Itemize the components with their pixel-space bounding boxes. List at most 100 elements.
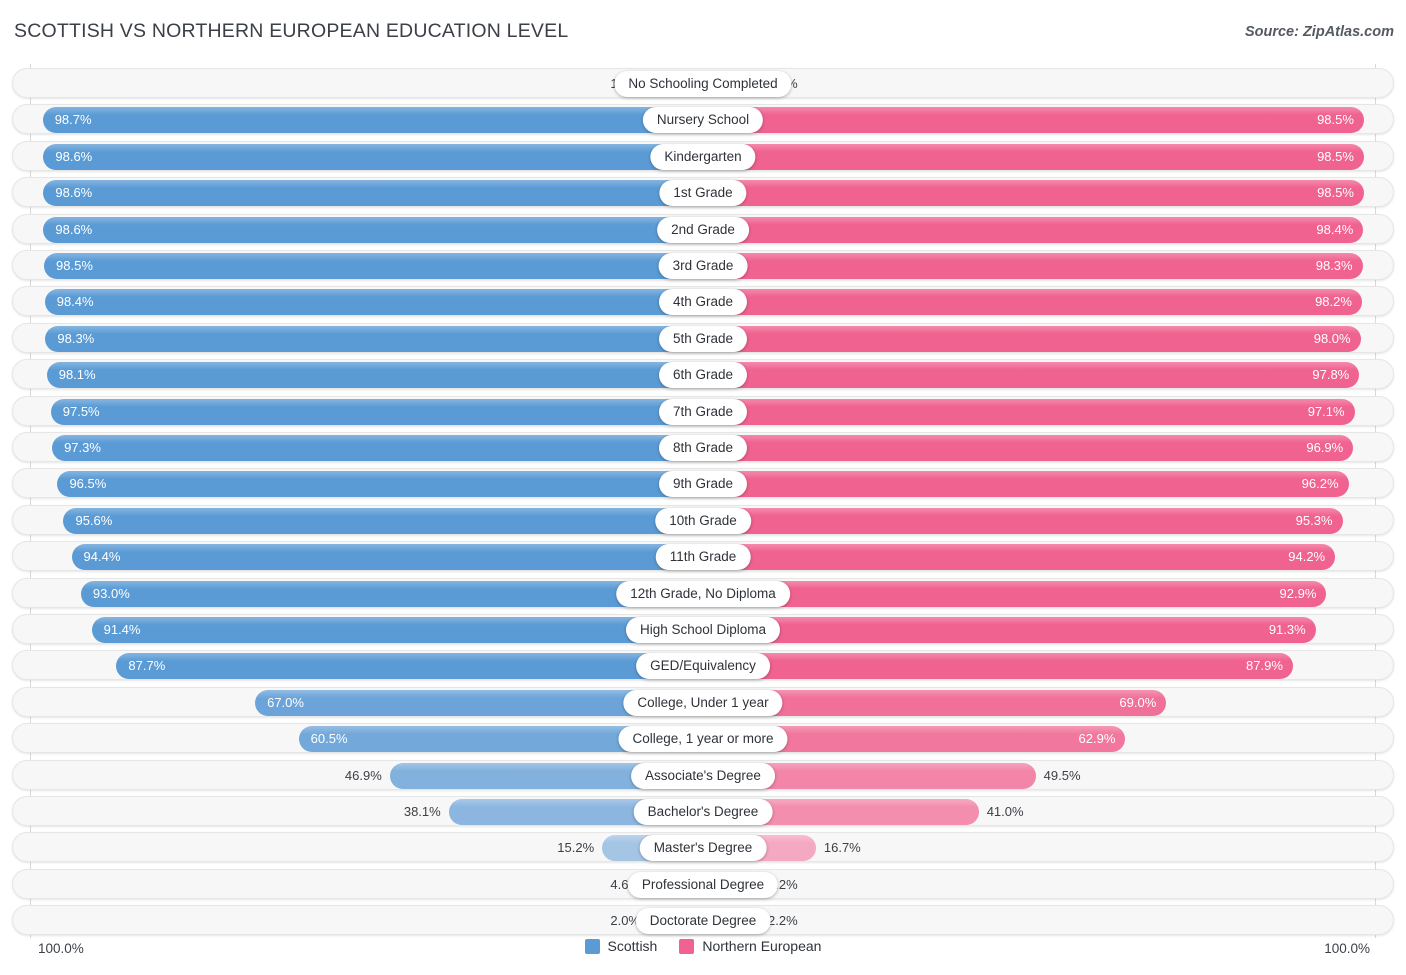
bar-northern-european[interactable] (704, 289, 1362, 316)
bar-scottish[interactable] (71, 544, 705, 571)
bar-scottish[interactable] (43, 216, 704, 243)
bar-scottish[interactable] (52, 435, 704, 461)
table-row[interactable]: 98.6% 98.5% 1st Grade (12, 177, 1394, 208)
bar-northern-european[interactable] (704, 507, 1343, 534)
bar-scottish[interactable] (43, 143, 704, 170)
bar-scottish[interactable] (50, 398, 705, 425)
category-label: Associate's Degree (631, 762, 775, 789)
value-label-scottish: 2.0% (610, 913, 640, 929)
bar-scottish[interactable] (45, 325, 704, 352)
value-label-northern-european: 49.5% (1043, 767, 1081, 783)
table-row[interactable]: 67.0% 69.0% College, Under 1 year (12, 686, 1394, 717)
bar-northern-european[interactable] (704, 216, 1364, 243)
value-label-northern-european: 94.2% (1288, 549, 1326, 565)
category-label: 6th Grade (658, 362, 748, 389)
bar-northern-european[interactable] (704, 143, 1364, 170)
category-label: 1st Grade (659, 180, 747, 207)
category-label: 8th Grade (658, 435, 748, 461)
bar-northern-european[interactable] (704, 325, 1361, 352)
bar-northern-european[interactable] (704, 580, 1327, 607)
legend-swatch-scottish (584, 938, 600, 954)
category-label: High School Diploma (625, 617, 781, 643)
value-label-northern-european: 87.9% (1246, 658, 1283, 674)
value-label-northern-european: 62.9% (1078, 731, 1116, 747)
value-label-scottish: 93.0% (92, 585, 130, 601)
value-label-northern-european: 98.5% (1317, 112, 1354, 128)
table-row[interactable]: 15.2% 16.7% Master's Degree (12, 832, 1394, 863)
bar-scottish[interactable] (57, 471, 704, 498)
table-row[interactable]: 2.0% 2.2% Doctorate Degree (12, 905, 1394, 936)
table-row[interactable]: 87.7% 87.9% GED/Equivalency (12, 650, 1394, 681)
page-title: SCOTTISH VS NORTHERN EUROPEAN EDUCATION … (14, 20, 569, 42)
bar-scottish[interactable] (46, 362, 705, 389)
value-label-scottish: 67.0% (267, 694, 304, 710)
table-row[interactable]: 97.3% 96.9% 8th Grade (12, 432, 1394, 462)
value-label-scottish: 15.2% (557, 840, 595, 856)
category-label: Nursery School (642, 107, 764, 134)
bar-northern-european[interactable] (704, 180, 1364, 207)
table-row[interactable]: 91.4% 91.3% High School Diploma (12, 614, 1394, 644)
table-row[interactable]: 94.4% 94.2% 11th Grade (12, 541, 1394, 572)
table-row[interactable]: 98.3% 98.0% 5th Grade (12, 322, 1394, 353)
value-label-northern-european: 96.2% (1301, 476, 1339, 492)
table-row[interactable]: 98.6% 98.4% 2nd Grade (12, 213, 1394, 244)
legend-swatch-northern-european (679, 938, 695, 954)
category-label: 5th Grade (658, 325, 748, 352)
bar-scottish[interactable] (80, 580, 705, 607)
legend-item-northern-european[interactable]: Northern European (679, 938, 821, 954)
bar-scottish[interactable] (42, 107, 705, 134)
legend-label-scottish: Scottish (607, 938, 658, 954)
value-label-scottish: 98.5% (56, 258, 93, 273)
bar-scottish[interactable] (44, 289, 705, 316)
table-row[interactable]: 98.4% 98.2% 4th Grade (12, 286, 1394, 317)
table-row[interactable]: 95.6% 95.3% 10th Grade (12, 504, 1394, 535)
value-label-northern-european: 2.2% (768, 913, 798, 929)
bar-northern-european[interactable] (704, 544, 1336, 571)
category-label: 7th Grade (658, 398, 748, 425)
category-label: 9th Grade (658, 471, 748, 498)
category-label: College, Under 1 year (623, 689, 783, 716)
table-row[interactable]: 93.0% 92.9% 12th Grade, No Diploma (12, 577, 1394, 608)
value-label-northern-european: 16.7% (823, 840, 861, 856)
table-row[interactable]: 97.5% 97.1% 7th Grade (12, 395, 1394, 426)
bar-northern-european[interactable] (704, 362, 1360, 389)
table-row[interactable]: 98.1% 97.8% 6th Grade (12, 359, 1394, 390)
bar-northern-european[interactable] (704, 617, 1316, 643)
table-row[interactable]: 4.6% 5.2% Professional Degree (12, 868, 1394, 899)
table-row[interactable]: 60.5% 62.9% College, 1 year or more (12, 723, 1394, 754)
table-row[interactable]: 98.6% 98.5% Kindergarten (12, 140, 1394, 171)
value-label-scottish: 97.5% (62, 403, 100, 419)
category-label: Bachelor's Degree (633, 799, 773, 825)
bar-scottish[interactable] (43, 180, 704, 207)
value-label-northern-european: 41.0% (986, 804, 1024, 819)
value-label-scottish: 60.5% (310, 731, 348, 747)
source-attribution: Source: ZipAtlas.com (1244, 24, 1394, 40)
value-label-northern-european: 95.3% (1295, 512, 1333, 528)
bar-scottish[interactable] (116, 653, 704, 680)
bar-scottish[interactable] (63, 507, 704, 534)
bar-scottish[interactable] (91, 617, 705, 643)
category-label: 12th Grade, No Diploma (616, 580, 790, 607)
bar-scottish[interactable] (44, 253, 704, 279)
table-row[interactable]: 1.4%1.6%No Schooling Completed (12, 68, 1394, 98)
bar-northern-european[interactable] (704, 435, 1354, 461)
value-label-scottish: 98.7% (54, 112, 92, 128)
table-row[interactable]: 98.5% 98.3% 3rd Grade (12, 250, 1394, 280)
bar-northern-european[interactable] (704, 398, 1355, 425)
table-row[interactable]: 38.1% 41.0% Bachelor's Degree (12, 796, 1394, 826)
table-row[interactable]: 96.5% 96.2% 9th Grade (12, 468, 1394, 499)
bar-northern-european[interactable] (704, 471, 1349, 498)
value-label-northern-european: 98.5% (1317, 185, 1354, 201)
value-label-scottish: 96.5% (69, 476, 107, 492)
bar-northern-european[interactable] (704, 253, 1363, 279)
bar-northern-european[interactable] (704, 107, 1364, 134)
legend-item-scottish[interactable]: Scottish (584, 938, 658, 954)
value-label-northern-european: 98.0% (1313, 330, 1351, 346)
value-label-scottish: 91.4% (103, 622, 141, 637)
chart-page: SCOTTISH VS NORTHERN EUROPEAN EDUCATION … (0, 0, 1406, 975)
value-label-scottish: 46.9% (344, 767, 382, 783)
table-row[interactable]: 98.7% 98.5% Nursery School (12, 104, 1394, 135)
value-label-northern-european: 91.3% (1268, 622, 1306, 637)
table-row[interactable]: 46.9% 49.5% Associate's Degree (12, 759, 1394, 790)
bar-northern-european[interactable] (704, 653, 1293, 680)
